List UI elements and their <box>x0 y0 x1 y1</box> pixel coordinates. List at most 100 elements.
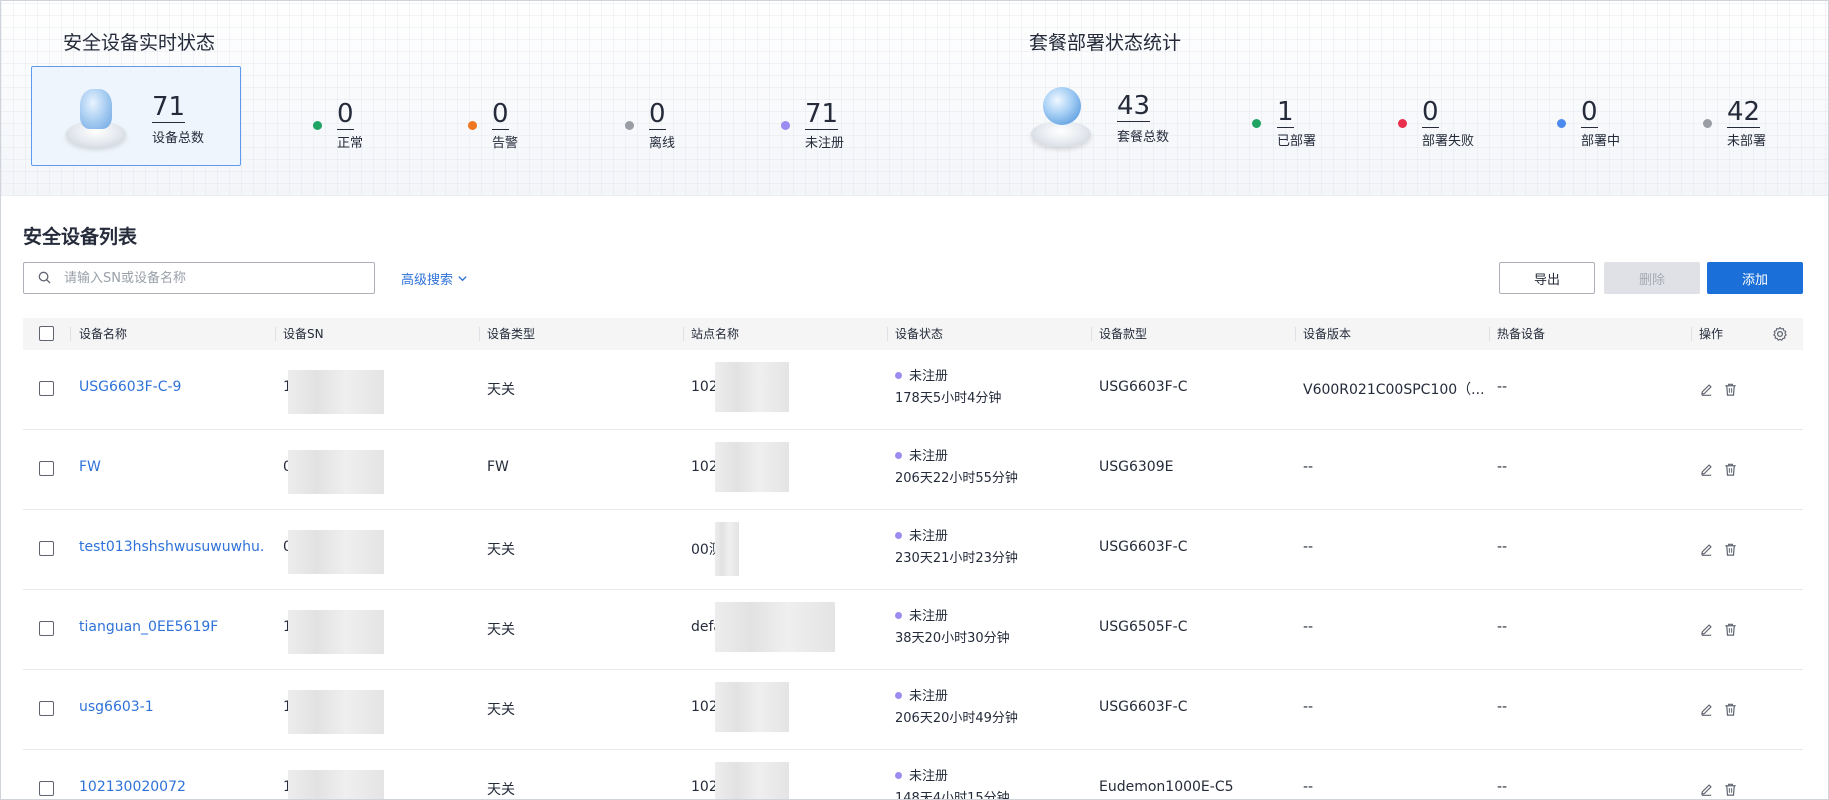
trash-icon[interactable] <box>1723 622 1738 637</box>
row-checkbox[interactable] <box>39 381 54 396</box>
status-duration: 38天20小时30分钟 <box>895 631 1010 646</box>
column-site-name[interactable]: 站点名称 <box>691 318 739 350</box>
row-checkbox[interactable] <box>39 701 54 716</box>
add-button[interactable]: 添加 <box>1707 262 1803 294</box>
deployed-dot-icon <box>1252 119 1261 128</box>
package-total-value: 43 <box>1117 91 1151 122</box>
edit-icon[interactable] <box>1699 382 1714 397</box>
device-version: -- <box>1303 539 1314 555</box>
edit-icon[interactable] <box>1699 542 1714 557</box>
column-device-type[interactable]: 设备类型 <box>487 318 535 350</box>
device-version: -- <box>1303 459 1314 475</box>
trash-icon[interactable] <box>1723 382 1738 397</box>
column-device-name[interactable]: 设备名称 <box>79 318 127 350</box>
undeployed-dot-icon <box>1703 119 1712 128</box>
device-model: USG6603F-C <box>1099 539 1188 555</box>
table-row[interactable]: test013hshshwusuwuwhu...0天关00测未注册230天21小… <box>23 510 1803 590</box>
trash-icon[interactable] <box>1723 462 1738 477</box>
search-input[interactable] <box>64 263 364 293</box>
table-row[interactable]: usg6603-11天关102未注册206天20小时49分钟USG6603F-C… <box>23 670 1803 750</box>
redacted-site-block <box>715 442 789 492</box>
column-device-sn[interactable]: 设备SN <box>283 318 324 350</box>
column-device-version[interactable]: 设备版本 <box>1303 318 1351 350</box>
device-name-link[interactable]: tianguan_0EE5619F <box>79 619 218 635</box>
advanced-search-link[interactable]: 高级搜索 <box>401 269 468 288</box>
trash-icon[interactable] <box>1723 542 1738 557</box>
standby-device: -- <box>1497 699 1508 715</box>
redacted-sn-block <box>288 370 384 414</box>
unregistered-dot-icon <box>781 121 790 130</box>
delete-button[interactable]: 删除 <box>1604 262 1700 294</box>
standby-device: -- <box>1497 539 1508 555</box>
edit-icon[interactable] <box>1699 622 1714 637</box>
row-checkbox[interactable] <box>39 541 54 556</box>
deploying-label: 部署中 <box>1581 134 1621 149</box>
row-checkbox[interactable] <box>39 461 54 476</box>
device-name-link[interactable]: USG6603F-C-9 <box>79 379 181 395</box>
column-device-model[interactable]: 设备款型 <box>1099 318 1147 350</box>
standby-device: -- <box>1497 619 1508 635</box>
device-version: -- <box>1303 619 1314 635</box>
app-frame: 安全设备实时状态 71 设备总数 0 正常 0 告警 0 离线 71 未注册 套… <box>0 0 1829 800</box>
alarm-count: 0 <box>492 99 509 130</box>
offline-label: 离线 <box>649 136 676 151</box>
device-status-title: 安全设备实时状态 <box>63 32 216 54</box>
device-type: 天关 <box>487 782 515 798</box>
column-standby-device[interactable]: 热备设备 <box>1497 318 1545 350</box>
export-button[interactable]: 导出 <box>1499 262 1595 294</box>
device-type: 天关 <box>487 382 515 398</box>
status-dot-icon <box>895 612 902 619</box>
undeployed-label: 未部署 <box>1727 134 1767 149</box>
device-model: USG6505F-C <box>1099 619 1188 635</box>
package-total-card[interactable]: 43 套餐总数 <box>1027 83 1217 153</box>
device-name-link[interactable]: test013hshshwusuwuwhu... <box>79 539 264 555</box>
gear-icon[interactable] <box>1772 326 1788 342</box>
table-row[interactable]: 1021300200721天关102未注册148天4小时15分钟Eudemon1… <box>23 750 1803 799</box>
row-checkbox[interactable] <box>39 781 54 796</box>
device-status: 未注册 <box>909 769 949 784</box>
unregistered-count: 71 <box>805 99 839 130</box>
edit-icon[interactable] <box>1699 782 1714 797</box>
device-name-link[interactable]: usg6603-1 <box>79 699 154 715</box>
select-all-checkbox[interactable] <box>39 326 54 341</box>
offline-count: 0 <box>649 99 666 130</box>
device-model: USG6603F-C <box>1099 699 1188 715</box>
stats-band: 安全设备实时状态 71 设备总数 0 正常 0 告警 0 离线 71 未注册 套… <box>1 1 1828 196</box>
trash-icon[interactable] <box>1723 782 1738 797</box>
advanced-search-label: 高级搜索 <box>401 273 454 288</box>
device-total-card[interactable]: 71 设备总数 <box>31 66 241 166</box>
device-status: 未注册 <box>909 369 949 384</box>
device-total-value: 71 <box>152 92 186 123</box>
search-box[interactable] <box>23 262 375 294</box>
edit-icon[interactable] <box>1699 462 1714 477</box>
alarm-dot-icon <box>468 121 477 130</box>
device-name-link[interactable]: 102130020072 <box>79 779 186 795</box>
package-globe-icon <box>1031 87 1091 147</box>
device-name-link[interactable]: FW <box>79 459 101 475</box>
status-dot-icon <box>895 772 902 779</box>
status-dot-icon <box>895 532 902 539</box>
row-checkbox[interactable] <box>39 621 54 636</box>
status-duration: 230天21小时23分钟 <box>895 551 1018 566</box>
device-list-title: 安全设备列表 <box>23 226 138 248</box>
failed-dot-icon <box>1398 119 1407 128</box>
redacted-sn-block <box>288 690 384 734</box>
device-status: 未注册 <box>909 449 949 464</box>
device-model: Eudemon1000E-C5 <box>1099 779 1234 795</box>
table-row[interactable]: FW0FW102未注册206天22小时55分钟USG6309E---- <box>23 430 1803 510</box>
table-row[interactable]: tianguan_0EE5619F1天关defa未注册38天20小时30分钟US… <box>23 590 1803 670</box>
device-type: 天关 <box>487 622 515 638</box>
column-actions: 操作 <box>1699 327 1724 341</box>
edit-icon[interactable] <box>1699 702 1714 717</box>
column-device-status[interactable]: 设备状态 <box>895 318 943 350</box>
device-type: 天关 <box>487 702 515 718</box>
normal-label: 正常 <box>337 136 364 151</box>
redacted-site-block <box>715 602 835 652</box>
site-name: 102 <box>691 379 718 395</box>
trash-icon[interactable] <box>1723 702 1738 717</box>
table-row[interactable]: USG6603F-C-91天关102未注册178天5小时4分钟USG6603F-… <box>23 350 1803 430</box>
normal-dot-icon <box>313 121 322 130</box>
redacted-site-block <box>715 362 789 412</box>
deploying-count: 0 <box>1581 97 1598 128</box>
unregistered-label: 未注册 <box>805 136 845 151</box>
